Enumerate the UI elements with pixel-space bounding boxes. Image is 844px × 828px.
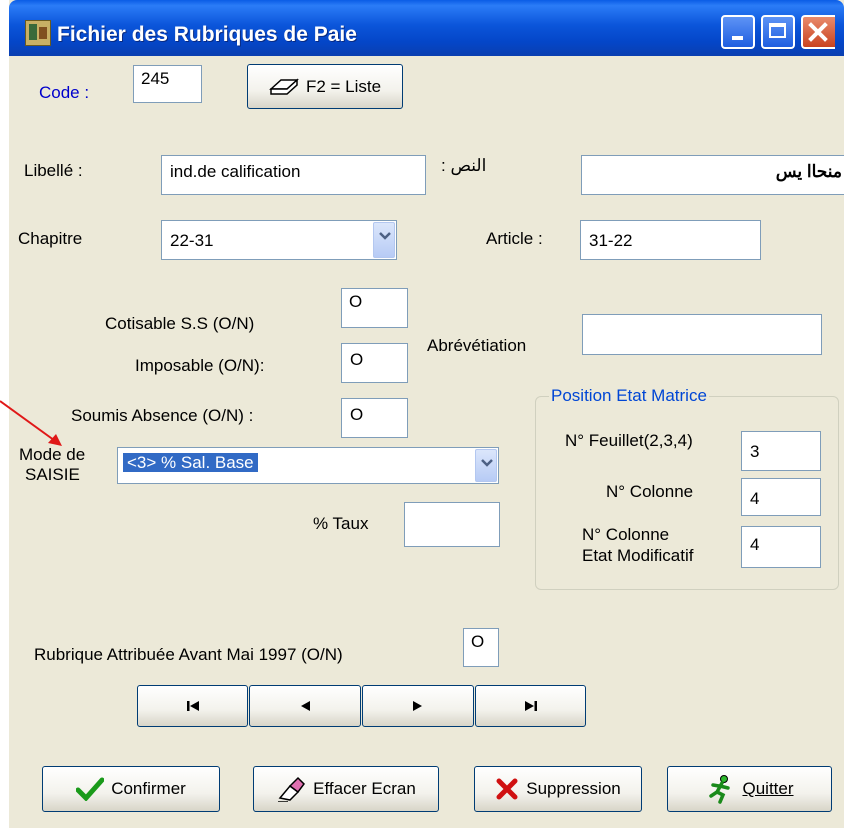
feuillet-label: N° Feuillet(2,3,4)	[565, 431, 693, 450]
confirmer-label: Confirmer	[111, 779, 186, 798]
chapitre-label: Chapitre	[18, 229, 83, 248]
cotisable-label: Cotisable S.S (O/N)	[105, 314, 255, 333]
soumis-absence-label: Soumis Absence (O/N) :	[71, 406, 254, 425]
chapitre-value: 22-31	[170, 231, 214, 250]
libelle-label: Libellé :	[24, 161, 83, 180]
imposable-field[interactable]: O	[341, 343, 408, 383]
previous-record-icon	[301, 701, 310, 711]
next-record-button[interactable]	[362, 685, 474, 727]
list-button[interactable]: F2 = Liste	[247, 64, 403, 109]
colonne-label: N° Colonne	[606, 482, 694, 501]
chapitre-select[interactable]: 22-31	[161, 220, 397, 260]
quitter-label-text: Quitter	[742, 779, 794, 798]
libelle-field[interactable]: ind.de calification	[161, 155, 426, 195]
maximize-button[interactable]	[761, 15, 795, 49]
mode-saisie-label-line2: SAISIE	[25, 465, 80, 484]
abreviation-field[interactable]	[582, 314, 822, 355]
code-field[interactable]: 245	[133, 65, 202, 103]
app-icon	[25, 20, 51, 46]
delete-x-icon	[496, 778, 518, 800]
list-button-label: F2 = Liste	[305, 76, 382, 96]
effacer-ecran-label: Effacer Ecran	[313, 779, 416, 798]
suppression-label: Suppression	[526, 779, 621, 798]
chevron-down-icon[interactable]	[475, 449, 497, 482]
confirmer-button[interactable]: Confirmer	[42, 766, 220, 812]
previous-record-button[interactable]	[249, 685, 361, 727]
taux-label: % Taux	[313, 514, 369, 533]
quitter-label: Quitter	[742, 779, 793, 799]
window-title: Fichier des Rubriques de Paie	[57, 23, 357, 46]
colonne-field[interactable]: 4	[741, 478, 821, 516]
close-icon	[808, 22, 828, 42]
checkmark-icon	[76, 777, 105, 801]
nass-label: : النص	[441, 156, 487, 175]
code-label: Code :	[39, 83, 90, 102]
minimize-icon	[732, 36, 743, 40]
chevron-down-icon[interactable]	[373, 222, 395, 258]
nass-field[interactable]: منحاا يس	[581, 155, 844, 195]
last-record-button[interactable]	[475, 685, 586, 727]
close-button[interactable]	[801, 15, 835, 49]
mode-saisie-label-line1: Mode de	[19, 445, 86, 464]
first-record-icon	[186, 701, 199, 711]
imposable-label: Imposable (O/N):	[135, 356, 265, 375]
mode-saisie-select[interactable]: <3> % Sal. Base	[117, 447, 499, 484]
abreviation-label: Abrévétiation	[427, 336, 527, 355]
rubrique-avant-field[interactable]: O	[463, 628, 499, 667]
effacer-ecran-button[interactable]: Effacer Ecran	[253, 766, 439, 812]
first-record-button[interactable]	[137, 685, 248, 727]
minimize-button[interactable]	[721, 15, 755, 49]
colonne-modif-label-line2: Etat Modificatif	[582, 546, 694, 565]
running-man-exit-icon	[709, 775, 731, 804]
colonne-modif-field[interactable]: 4	[741, 526, 821, 568]
next-record-icon	[413, 701, 422, 711]
eraser-list-icon	[268, 77, 299, 97]
mode-saisie-value: <3> % Sal. Base	[123, 453, 258, 472]
position-etat-matrice-title: Position Etat Matrice	[549, 386, 709, 406]
eraser-icon	[278, 776, 306, 802]
article-field[interactable]: 31-22	[580, 220, 761, 260]
suppression-button[interactable]: Suppression	[474, 766, 642, 812]
colonne-modif-label-line1: N° Colonne	[582, 525, 670, 544]
quitter-button[interactable]: Quitter	[667, 766, 832, 812]
article-label: Article :	[486, 229, 543, 248]
title-bar[interactable]: Fichier des Rubriques de Paie	[9, 0, 844, 56]
taux-field[interactable]	[404, 502, 500, 547]
last-record-icon	[524, 701, 537, 711]
cotisable-field[interactable]: O	[341, 288, 408, 328]
maximize-icon	[769, 23, 786, 38]
rubrique-avant-label: Rubrique Attribuée Avant Mai 1997 (O/N)	[34, 645, 343, 664]
soumis-absence-field[interactable]: O	[341, 398, 408, 438]
feuillet-field[interactable]: 3	[741, 431, 821, 471]
